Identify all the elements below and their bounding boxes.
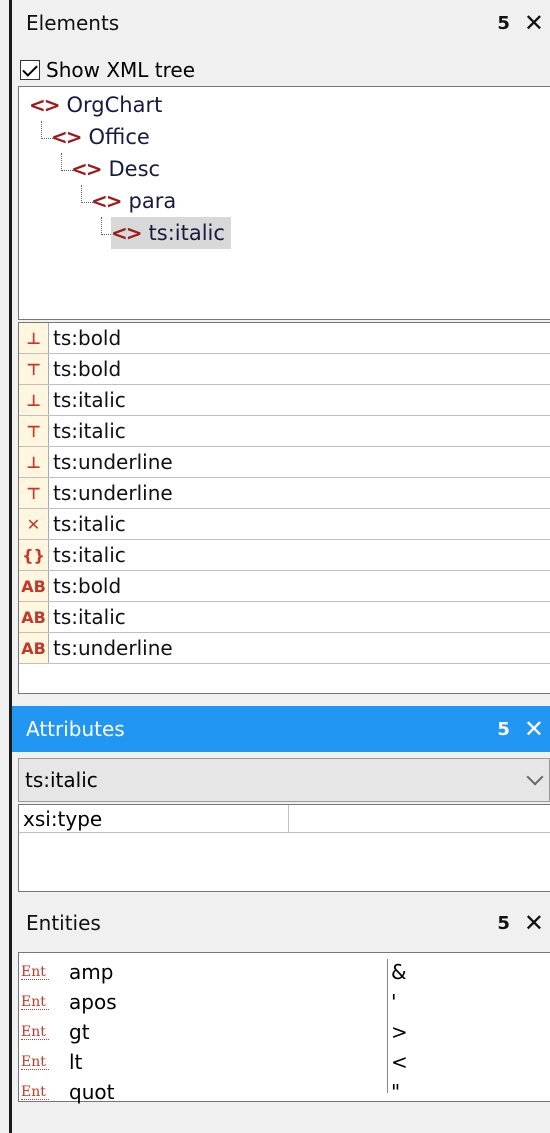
insert-before-icon: ⊥ — [19, 385, 49, 415]
list-item-label: ts:underline — [53, 450, 173, 474]
tree-node-desc[interactable]: <> Desc — [71, 153, 160, 185]
list-item[interactable]: ⊤ ts:italic — [19, 416, 550, 447]
panel-border — [9, 0, 12, 1133]
chevron-down-icon — [526, 768, 544, 786]
entities-panel-title: Entities — [26, 911, 101, 935]
list-item[interactable]: ⊤ ts:bold — [19, 354, 550, 385]
pin-icon[interactable]: 𝟱 — [497, 13, 510, 34]
list-item-label: ts:italic — [53, 388, 126, 412]
show-xml-tree-label: Show XML tree — [46, 58, 196, 82]
list-item-label: ts:underline — [53, 636, 173, 660]
elements-panel-title: Elements — [26, 11, 120, 35]
element-icon: <> — [71, 157, 102, 181]
element-icon: <> — [111, 221, 142, 245]
apply-icon: AB — [19, 633, 49, 663]
pin-icon[interactable]: 𝟱 — [497, 719, 510, 740]
insert-after-icon: ⊤ — [19, 478, 49, 508]
insert-before-icon: ⊥ — [19, 323, 49, 353]
show-xml-tree-toggle[interactable]: Show XML tree — [20, 56, 195, 84]
list-item[interactable]: ⊥ ts:underline — [19, 447, 550, 478]
attributes-table[interactable]: xsi:type — [18, 804, 550, 892]
element-action-list[interactable]: ⊥ ts:bold ⊤ ts:bold ⊥ ts:italic ⊤ ts:italic … — [18, 322, 550, 694]
pin-icon[interactable]: 𝟱 — [497, 913, 510, 934]
tree-node-orgchart[interactable]: <> OrgChart — [29, 89, 162, 121]
list-item[interactable]: AB ts:italic — [19, 602, 550, 633]
entity-row[interactable]: Ent amp & — [19, 957, 550, 987]
close-icon[interactable]: ✕ — [524, 715, 544, 743]
list-item-label: ts:underline — [53, 481, 173, 505]
entity-value: > — [391, 1020, 408, 1044]
list-item[interactable]: AB ts:bold — [19, 571, 550, 602]
element-icon: <> — [91, 189, 122, 213]
list-item[interactable]: {} ts:italic — [19, 540, 550, 571]
tree-node-label: para — [128, 189, 177, 213]
element-icon: <> — [51, 125, 82, 149]
entity-value: " — [391, 1080, 401, 1104]
entity-value: & — [391, 960, 407, 984]
entities-panel-header: Entities 𝟱 ✕ — [12, 900, 550, 946]
entity-name: amp — [69, 960, 114, 984]
list-item-label: ts:italic — [53, 543, 126, 567]
entity-icon: Ent — [21, 1085, 49, 1100]
list-item-label: ts:italic — [53, 605, 126, 629]
attribute-value[interactable] — [289, 805, 550, 832]
elements-panel-header: Elements 𝟱 ✕ — [12, 0, 550, 46]
attributes-panel-title: Attributes — [26, 717, 125, 741]
entity-row[interactable]: Ent quot " — [19, 1077, 550, 1107]
entity-value: < — [391, 1050, 408, 1074]
list-item-label: ts:italic — [53, 419, 126, 443]
tree-node-label: ts:italic — [148, 221, 225, 245]
entity-row[interactable]: Ent lt < — [19, 1047, 550, 1077]
entity-value: ' — [391, 990, 397, 1014]
close-icon[interactable]: ✕ — [524, 9, 544, 37]
entity-name: lt — [69, 1050, 83, 1074]
entity-row[interactable]: Ent apos ' — [19, 987, 550, 1017]
entity-row[interactable]: Ent gt > — [19, 1017, 550, 1047]
attribute-element-select[interactable]: ts:italic — [18, 758, 550, 802]
surround-icon: {} — [19, 540, 49, 570]
insert-after-icon: ⊤ — [19, 416, 49, 446]
list-item[interactable]: ⊥ ts:italic — [19, 385, 550, 416]
xml-tree[interactable]: <> OrgChart <> Office <> Desc <> para <>… — [18, 86, 550, 320]
entity-icon: Ent — [21, 1025, 49, 1040]
insert-after-icon: ⊤ — [19, 354, 49, 384]
tree-node-label: Desc — [108, 157, 161, 181]
entity-icon: Ent — [21, 995, 49, 1010]
list-item[interactable]: ⊥ ts:bold — [19, 323, 550, 354]
table-row[interactable]: xsi:type — [19, 805, 550, 833]
element-icon: <> — [29, 93, 60, 117]
tree-node-office[interactable]: <> Office — [51, 121, 150, 153]
tree-node-label: OrgChart — [66, 93, 163, 117]
list-item-label: ts:bold — [53, 357, 122, 381]
apply-icon: AB — [19, 602, 49, 632]
list-item-label: ts:italic — [53, 512, 126, 536]
close-icon[interactable]: ✕ — [524, 909, 544, 937]
entity-name: apos — [69, 990, 117, 1014]
apply-icon: AB — [19, 571, 49, 601]
tree-node-ts-italic[interactable]: <> ts:italic — [111, 217, 231, 249]
entities-list[interactable]: Ent amp & Ent apos ' Ent gt > Ent lt < E… — [18, 952, 550, 1104]
tree-node-label: Office — [88, 125, 150, 149]
entity-icon: Ent — [21, 965, 49, 980]
tree-node-para[interactable]: <> para — [91, 185, 176, 217]
list-item-label: ts:bold — [53, 574, 122, 598]
attributes-panel-header: Attributes 𝟱 ✕ — [12, 706, 550, 752]
entity-name: quot — [69, 1080, 115, 1104]
entity-icon: Ent — [21, 1055, 49, 1070]
list-item[interactable]: AB ts:underline — [19, 633, 550, 664]
selected-element-label: ts:italic — [25, 768, 98, 792]
insert-before-icon: ⊥ — [19, 447, 49, 477]
list-item[interactable]: ✕ ts:italic — [19, 509, 550, 540]
entity-name: gt — [69, 1020, 90, 1044]
remove-icon: ✕ — [19, 509, 49, 539]
list-item-label: ts:bold — [53, 326, 122, 350]
list-item[interactable]: ⊤ ts:underline — [19, 478, 550, 509]
attribute-name: xsi:type — [19, 805, 289, 832]
show-xml-tree-checkbox[interactable] — [20, 60, 40, 80]
